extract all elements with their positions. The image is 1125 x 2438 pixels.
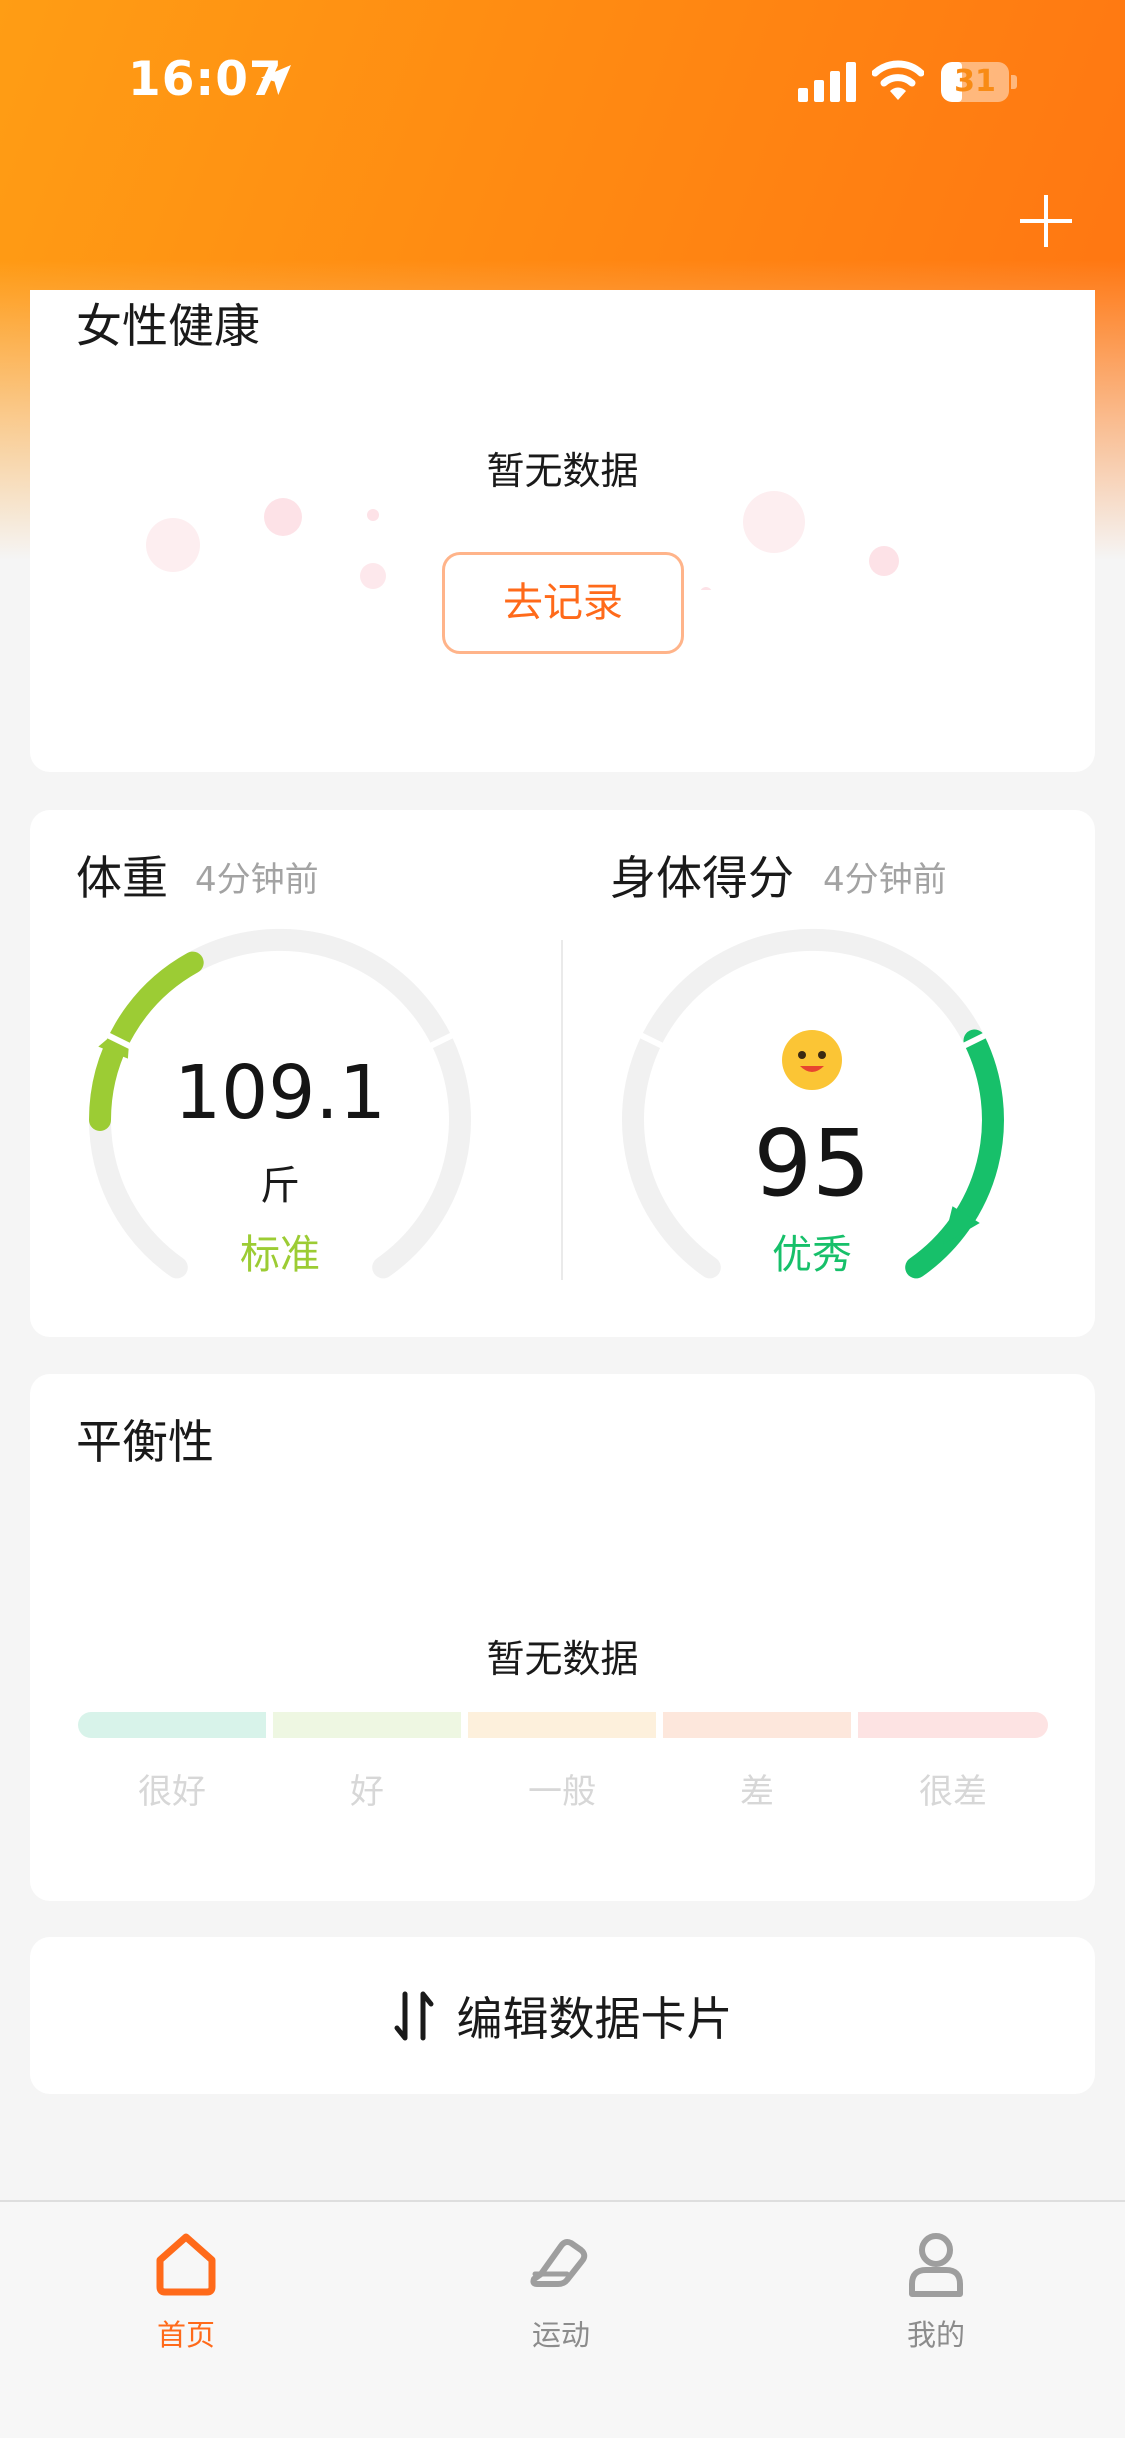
go-record-button[interactable]: 去记录 xyxy=(442,552,684,654)
weight-gauge[interactable]: 109.1 斤 标准 xyxy=(30,810,560,1337)
weight-score-card: 体重 4分钟前 身体得分 4分钟前 109.1 斤 标准 95 优秀 xyxy=(30,810,1095,1337)
shoe-icon xyxy=(530,2239,588,2287)
user-icon xyxy=(909,2233,963,2297)
sort-arrows-icon xyxy=(394,1991,433,2040)
weight-value: 109.1 xyxy=(174,1050,386,1136)
level-label-poor: 差 xyxy=(740,1772,774,1812)
tab-sport-label: 运动 xyxy=(531,2318,590,2352)
weight-status: 标准 xyxy=(240,1232,320,1278)
body-score-gauge[interactable]: 95 优秀 xyxy=(563,810,1095,1337)
body-score-value: 95 xyxy=(753,1110,871,1217)
cellular-signal-icon xyxy=(798,62,856,102)
level-bar-very-poor xyxy=(858,1712,1048,1738)
tab-mine[interactable]: 我的 xyxy=(836,2202,1036,2362)
tab-home-label: 首页 xyxy=(156,2318,215,2352)
level-label-average: 一般 xyxy=(528,1772,596,1812)
balance-title: 平衡性 xyxy=(76,1415,214,1469)
location-arrow-icon xyxy=(261,65,291,95)
level-bar-average xyxy=(468,1712,656,1738)
smiley-face-icon xyxy=(782,1030,842,1090)
add-button[interactable] xyxy=(1015,190,1077,252)
battery-level-text: 31 xyxy=(954,64,996,99)
body-score-status: 优秀 xyxy=(772,1232,852,1278)
level-bar-very-good xyxy=(78,1712,266,1738)
edit-data-cards-label: 编辑数据卡片 xyxy=(456,1991,733,2046)
tab-home[interactable]: 首页 xyxy=(86,2202,286,2362)
tab-mine-label: 我的 xyxy=(906,2318,965,2352)
level-label-very-good: 很好 xyxy=(138,1772,206,1812)
balance-empty-text: 暂无数据 xyxy=(486,1637,639,1681)
level-bar-poor xyxy=(663,1712,851,1738)
female-health-empty-text: 暂无数据 xyxy=(486,449,639,493)
tab-bar: 首页 运动 我的 xyxy=(0,2200,1125,2438)
level-label-very-poor: 很差 xyxy=(919,1772,987,1812)
weight-unit: 斤 xyxy=(260,1163,300,1209)
female-health-card[interactable]: 女性健康 暂无数据 去记录 xyxy=(30,290,1095,772)
status-bar: 16:07 31 xyxy=(0,0,1125,160)
edit-data-cards-button[interactable]: 编辑数据卡片 xyxy=(30,1937,1095,2094)
home-icon xyxy=(156,2233,216,2296)
level-label-good: 好 xyxy=(350,1772,384,1812)
tab-sport[interactable]: 运动 xyxy=(461,2202,661,2362)
battery-indicator: 31 xyxy=(941,62,1017,102)
level-bar-good xyxy=(273,1712,461,1738)
balance-card[interactable]: 平衡性 暂无数据 很好 好 一般 差 很差 xyxy=(30,1374,1095,1901)
wifi-icon xyxy=(872,60,924,100)
